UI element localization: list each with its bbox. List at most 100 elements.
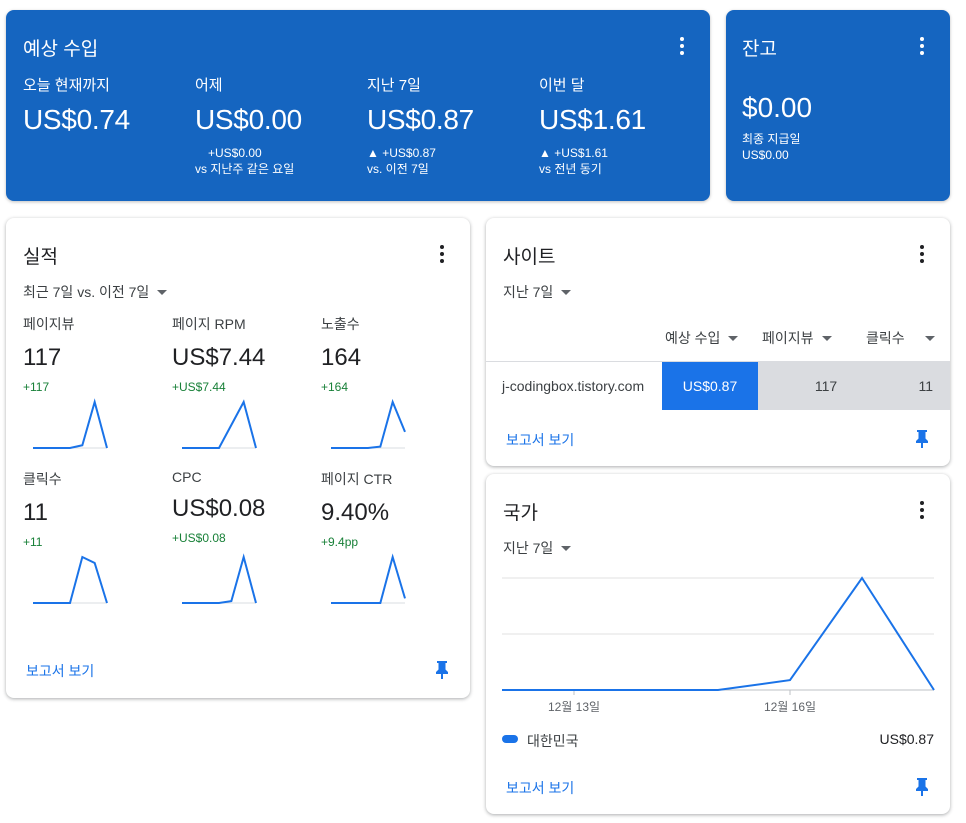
balance-card: 잔고 $0.00 최종 지급일 US$0.00 (726, 10, 950, 201)
performance-menu-icon[interactable] (430, 242, 454, 266)
column-label: 페이지뷰 (762, 330, 814, 346)
earnings-today[interactable]: 오늘 현재까지 US$0.74 (23, 74, 193, 136)
performance-report-link[interactable]: 보고서 보기 (26, 661, 94, 681)
metric-label: 클릭수 (23, 471, 62, 487)
last-payment-label: 최종 지급일 (742, 132, 801, 146)
caret-down-icon (561, 289, 572, 295)
earnings-menu-icon[interactable] (670, 34, 694, 58)
earnings-compare-basis: vs 지난주 같은 요일 (195, 162, 295, 176)
countries-report-link[interactable]: 보고서 보기 (506, 778, 574, 798)
metric-label: 페이지 CTR (321, 471, 393, 487)
metric-change: +US$0.08 (172, 531, 226, 545)
site-clicks: 11 (894, 362, 950, 410)
metric-change: +164 (321, 380, 349, 394)
balance-value: $0.00 (742, 92, 813, 123)
sparkline-path (33, 555, 108, 604)
sparkline-path (182, 553, 257, 604)
balance-last-payment: 최종 지급일 US$0.00 (742, 131, 801, 163)
earnings-title: 예상 수입 (23, 39, 99, 60)
balance-title: 잔고 (742, 39, 777, 60)
range-label: 최근 7일 vs. 이전 7일 (23, 284, 150, 300)
metric-pageviews[interactable]: 페이지뷰 117 +117 (23, 314, 163, 449)
x-tick-label: 12월 13일 (548, 700, 600, 714)
legend-swatch (502, 735, 518, 743)
metric-value: 11 (23, 499, 48, 526)
metric-label: 페이지뷰 (23, 316, 75, 332)
earnings-value: US$0.87 (367, 104, 474, 135)
countries-range-dropdown[interactable]: 지난 7일 (503, 538, 572, 558)
site-earnings: US$0.87 (662, 362, 758, 410)
caret-down-icon (821, 335, 832, 341)
earnings-value: US$0.00 (195, 104, 302, 135)
column-header-pageviews[interactable]: 페이지뷰 (762, 328, 832, 348)
metric-cpc[interactable]: CPC US$0.08 +US$0.08 (172, 469, 312, 604)
caret-down-icon (728, 335, 739, 341)
sparkline (182, 553, 257, 604)
earnings-compare-basis: vs 전년 동기 (539, 162, 602, 176)
earnings-value: US$1.61 (539, 104, 646, 135)
sites-menu-icon[interactable] (910, 242, 934, 266)
metric-impressions[interactable]: 노출수 164 +164 (321, 314, 461, 449)
earnings-this-month[interactable]: 이번 달 US$1.61 ▲ +US$1.61 vs 전년 동기 (539, 74, 709, 177)
range-label: 지난 7일 (503, 540, 554, 556)
metric-clicks[interactable]: 클릭수 11 +11 (23, 469, 163, 604)
metric-page-rpm[interactable]: 페이지 RPM US$7.44 +US$7.44 (172, 314, 312, 449)
column-label: 클릭수 (866, 330, 905, 346)
site-pageviews: 117 (758, 362, 894, 410)
earnings-label: 오늘 현재까지 (23, 77, 110, 94)
earnings-change: ▲ +US$1.61 (539, 146, 608, 160)
earnings-card: 예상 수입 오늘 현재까지 US$0.74 어제 US$0.00 +US$0.0… (6, 10, 710, 201)
pin-icon[interactable] (914, 429, 930, 449)
earnings-change: ▲ +US$0.87 (367, 146, 436, 160)
sparkline-path (331, 398, 406, 449)
earnings-yesterday[interactable]: 어제 US$0.00 +US$0.00 vs 지난주 같은 요일 (195, 74, 365, 177)
sparkline (182, 399, 257, 449)
countries-menu-icon[interactable] (910, 498, 934, 522)
metric-change: +11 (23, 535, 43, 549)
metric-label: 페이지 RPM (172, 316, 246, 332)
metric-label: 노출수 (321, 316, 360, 332)
earnings-last-7-days[interactable]: 지난 7일 US$0.87 ▲ +US$0.87 vs. 이전 7일 (367, 74, 537, 177)
pin-icon[interactable] (434, 660, 450, 680)
sites-title: 사이트 (503, 247, 556, 268)
last-payment-value: US$0.00 (742, 148, 789, 162)
performance-title: 실적 (23, 247, 58, 268)
country-line-chart: 12월 13일 12월 16일 (502, 576, 935, 714)
metric-value: 117 (23, 344, 62, 371)
earnings-compare-basis: vs. 이전 7일 (367, 162, 429, 176)
sparkline (33, 398, 108, 449)
pin-icon[interactable] (914, 777, 930, 797)
balance-menu-icon[interactable] (910, 34, 934, 58)
sparkline-path (182, 399, 257, 449)
metric-page-ctr[interactable]: 페이지 CTR 9.40% +9.4pp (321, 469, 461, 604)
sparkline-path (331, 553, 406, 604)
legend-country: 대한민국 (527, 733, 579, 749)
earnings-label: 지난 7일 (367, 77, 421, 94)
earnings-label: 어제 (195, 77, 223, 94)
caret-down-icon (157, 289, 168, 295)
countries-title: 국가 (503, 503, 538, 524)
sparkline (331, 398, 406, 449)
performance-range-dropdown[interactable]: 최근 7일 vs. 이전 7일 (23, 282, 168, 302)
sites-range-dropdown[interactable]: 지난 7일 (503, 282, 572, 302)
sparkline (33, 555, 108, 604)
site-name[interactable]: j-codingbox.tistory.com (502, 362, 660, 410)
earnings-change: +US$0.00 (208, 146, 262, 160)
earnings-label: 이번 달 (539, 77, 585, 94)
metric-change: +US$7.44 (172, 380, 226, 394)
metric-value: 164 (321, 344, 362, 371)
earnings-comparison: ▲ +US$1.61 vs 전년 동기 (539, 145, 709, 177)
column-header-earnings[interactable]: 예상 수입 (665, 328, 739, 348)
earnings-comparison: ▲ +US$0.87 vs. 이전 7일 (367, 145, 537, 177)
caret-down-icon (561, 545, 572, 551)
metric-value: 9.40% (321, 499, 390, 526)
legend-value: US$0.87 (879, 731, 934, 747)
sparkline-path (33, 398, 108, 449)
metric-label: CPC (172, 469, 202, 485)
column-label: 예상 수입 (665, 330, 721, 346)
sites-report-link[interactable]: 보고서 보기 (506, 430, 574, 450)
earnings-value: US$0.74 (23, 104, 130, 135)
column-header-clicks[interactable]: 클릭수 (866, 328, 935, 348)
metric-value: US$0.08 (172, 495, 266, 522)
sparkline (331, 553, 406, 604)
